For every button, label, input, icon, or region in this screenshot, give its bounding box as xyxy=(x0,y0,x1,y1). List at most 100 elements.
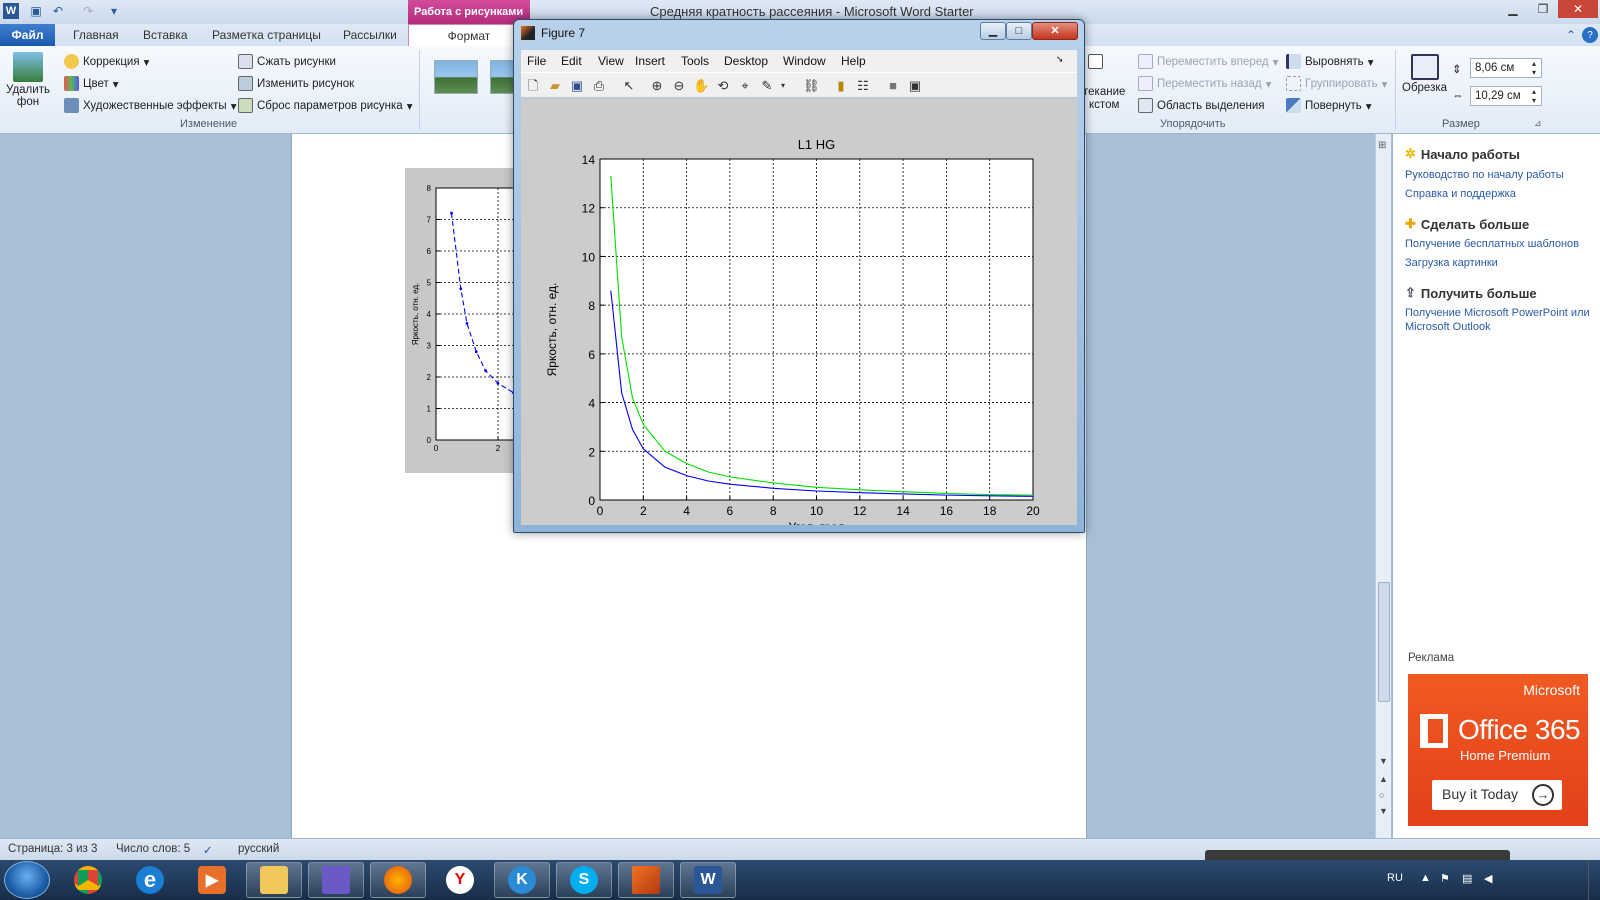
minimize-button[interactable]: ▁ xyxy=(1498,0,1528,18)
help-icon[interactable]: ? xyxy=(1582,27,1598,43)
link-help-support[interactable]: Справка и поддержка xyxy=(1405,187,1595,201)
taskbar-internet-explorer[interactable]: e xyxy=(122,862,178,898)
scroll-down-icon[interactable]: ▼ xyxy=(1379,756,1388,766)
undo-icon[interactable]: ↶ xyxy=(50,3,66,19)
taskbar-word[interactable]: W xyxy=(680,862,736,898)
figure-minimize-button[interactable]: ▁ xyxy=(980,22,1006,40)
wrap-text-icon[interactable] xyxy=(1088,54,1103,69)
taskbar-media-player[interactable]: ▶ xyxy=(184,862,240,898)
start-button[interactable] xyxy=(4,861,50,899)
tray-language[interactable]: RU xyxy=(1387,872,1403,884)
close-button[interactable]: ✕ xyxy=(1558,0,1598,18)
size-dialog-launcher-icon[interactable]: ⊿ xyxy=(1534,118,1542,129)
language-indicator[interactable]: русский xyxy=(238,843,279,855)
link-free-templates[interactable]: Получение бесплатных шаблонов xyxy=(1405,237,1595,251)
link-plot-icon[interactable]: ⛓ xyxy=(803,78,820,94)
tray-show-hidden-icon[interactable]: ▲ xyxy=(1420,872,1431,884)
brush-icon[interactable]: ✎ xyxy=(759,78,775,94)
word-logo-icon[interactable]: W xyxy=(3,3,19,19)
rotate-3d-icon[interactable]: ⟲ xyxy=(715,78,731,94)
rotate-button[interactable]: Повернуть ▾ xyxy=(1286,98,1372,113)
color-button[interactable]: Цвет ▾ xyxy=(64,76,119,91)
embedded-chart-image[interactable]: 024012345678Яркость, отн. ед. xyxy=(405,168,518,473)
print-figure-icon[interactable]: ⎙ xyxy=(591,78,607,94)
wrap-text-button[interactable]: текание кстом xyxy=(1083,86,1125,112)
data-cursor-icon[interactable]: ⌖ xyxy=(737,78,753,94)
figure-maximize-button[interactable]: □ xyxy=(1006,22,1032,40)
zoom-out-icon[interactable]: ⊖ xyxy=(671,78,687,94)
group-button[interactable]: Группировать ▾ xyxy=(1286,76,1387,91)
taskbar-explorer[interactable] xyxy=(246,862,302,898)
previous-page-icon[interactable]: ▲ xyxy=(1379,774,1388,784)
selection-pane-button[interactable]: Область выделения xyxy=(1138,98,1265,113)
figure-close-button[interactable]: ✕ xyxy=(1032,22,1078,40)
align-button[interactable]: Выровнять ▾ xyxy=(1286,54,1373,69)
menu-edit[interactable]: Edit xyxy=(561,54,582,68)
picture-style-thumbnail[interactable] xyxy=(434,60,478,94)
link-clipart[interactable]: Загрузка картинки xyxy=(1405,256,1595,270)
tab-insert[interactable]: Вставка xyxy=(143,28,188,42)
edit-plot-icon[interactable]: ↖ xyxy=(621,78,637,94)
menu-view[interactable]: View xyxy=(598,54,624,68)
shape-height-input[interactable]: 8,06 см xyxy=(1470,58,1542,78)
figure-window[interactable]: Figure 7 ▁ □ ✕ File Edit View Insert Too… xyxy=(513,19,1085,533)
pan-icon[interactable]: ✋ xyxy=(693,78,709,94)
tab-file[interactable]: Файл xyxy=(0,24,55,46)
buy-it-today-button[interactable]: Buy it Today → xyxy=(1432,780,1562,810)
link-get-powerpoint-outlook[interactable]: Получение Microsoft PowerPoint или Micro… xyxy=(1405,306,1595,334)
remove-background-button[interactable]: Удалить фон xyxy=(6,52,50,108)
dock-arrow-icon[interactable]: ➘ xyxy=(1056,54,1064,65)
figure-canvas[interactable]: 0 2 4 6 8 10 12 14 16 18 20 0 2 4 6 8 10 12 14 L1 HG Угол, г… xyxy=(521,99,1077,525)
ruler-toggle-icon[interactable]: ⊞ xyxy=(1378,140,1386,151)
office-ad-banner[interactable]: Microsoft Office 365 Home Premium Buy it… xyxy=(1408,674,1588,826)
menu-tools[interactable]: Tools xyxy=(681,54,709,68)
tray-flag-icon[interactable]: ⚑ xyxy=(1440,872,1450,885)
tab-home[interactable]: Главная xyxy=(73,28,119,42)
taskbar-matlab[interactable] xyxy=(618,862,674,898)
hide-plot-tools-icon[interactable]: ■ xyxy=(885,78,901,94)
tray-volume-icon[interactable]: ◀ xyxy=(1484,872,1492,885)
tab-mailings[interactable]: Рассылки xyxy=(343,28,397,42)
browse-object-icon[interactable]: ○ xyxy=(1379,790,1384,800)
zoom-in-icon[interactable]: ⊕ xyxy=(649,78,665,94)
show-plot-tools-icon[interactable]: ▣ xyxy=(907,78,923,94)
word-count[interactable]: Число слов: 5 xyxy=(116,843,190,855)
menu-insert[interactable]: Insert xyxy=(635,54,665,68)
figure-title-bar[interactable]: Figure 7 ▁ □ ✕ xyxy=(514,20,1084,46)
taskbar-app-k[interactable]: K xyxy=(494,862,550,898)
brush-dropdown-icon[interactable]: ▾ xyxy=(775,78,791,94)
taskbar-app[interactable] xyxy=(308,862,364,898)
corrections-button[interactable]: Коррекция ▾ xyxy=(64,54,149,69)
link-getting-started-guide[interactable]: Руководство по началу работы xyxy=(1405,168,1595,182)
colorbar-icon[interactable]: ▮ xyxy=(833,78,849,94)
page-count[interactable]: Страница: 3 из 3 xyxy=(8,843,97,855)
open-file-icon[interactable]: ▰ xyxy=(547,78,563,94)
artistic-effects-button[interactable]: Художественные эффекты ▾ xyxy=(64,98,236,113)
menu-desktop[interactable]: Desktop xyxy=(724,54,768,68)
change-picture-button[interactable]: Изменить рисунок xyxy=(238,76,354,91)
send-backward-button[interactable]: Переместить назад ▾ xyxy=(1138,76,1271,91)
menu-file[interactable]: File xyxy=(527,54,546,68)
menu-window[interactable]: Window xyxy=(783,54,826,68)
bring-forward-button[interactable]: Переместить вперед ▾ xyxy=(1138,54,1278,69)
show-desktop-button[interactable] xyxy=(1588,860,1600,900)
customize-qat-icon[interactable]: ▾ xyxy=(106,3,122,19)
new-figure-icon[interactable]: 🗋 xyxy=(525,78,541,94)
taskbar-chrome[interactable] xyxy=(60,862,116,898)
tab-page-layout[interactable]: Разметка страницы xyxy=(212,28,321,42)
tray-network-icon[interactable]: ▤ xyxy=(1462,872,1472,885)
scroll-thumb[interactable] xyxy=(1378,582,1390,702)
next-page-icon[interactable]: ▼ xyxy=(1379,806,1388,816)
legend-icon[interactable]: ☷ xyxy=(855,78,871,94)
tab-format[interactable]: Формат xyxy=(408,24,530,46)
taskbar-skype[interactable]: S xyxy=(556,862,612,898)
restore-button[interactable]: ❐ xyxy=(1528,0,1558,18)
proofing-icon[interactable]: ✓ xyxy=(203,843,213,857)
save-figure-icon[interactable]: ▣ xyxy=(569,78,585,94)
save-icon[interactable]: ▣ xyxy=(28,3,44,19)
vertical-scrollbar[interactable]: ⊞ ▼ ▲ ○ ▼ xyxy=(1375,134,1391,838)
collapse-ribbon-icon[interactable]: ⌃ xyxy=(1563,27,1579,43)
taskbar-firefox[interactable] xyxy=(370,862,426,898)
shape-width-input[interactable]: 10,29 см xyxy=(1470,86,1542,106)
crop-button[interactable]: Обрезка xyxy=(1402,54,1447,94)
